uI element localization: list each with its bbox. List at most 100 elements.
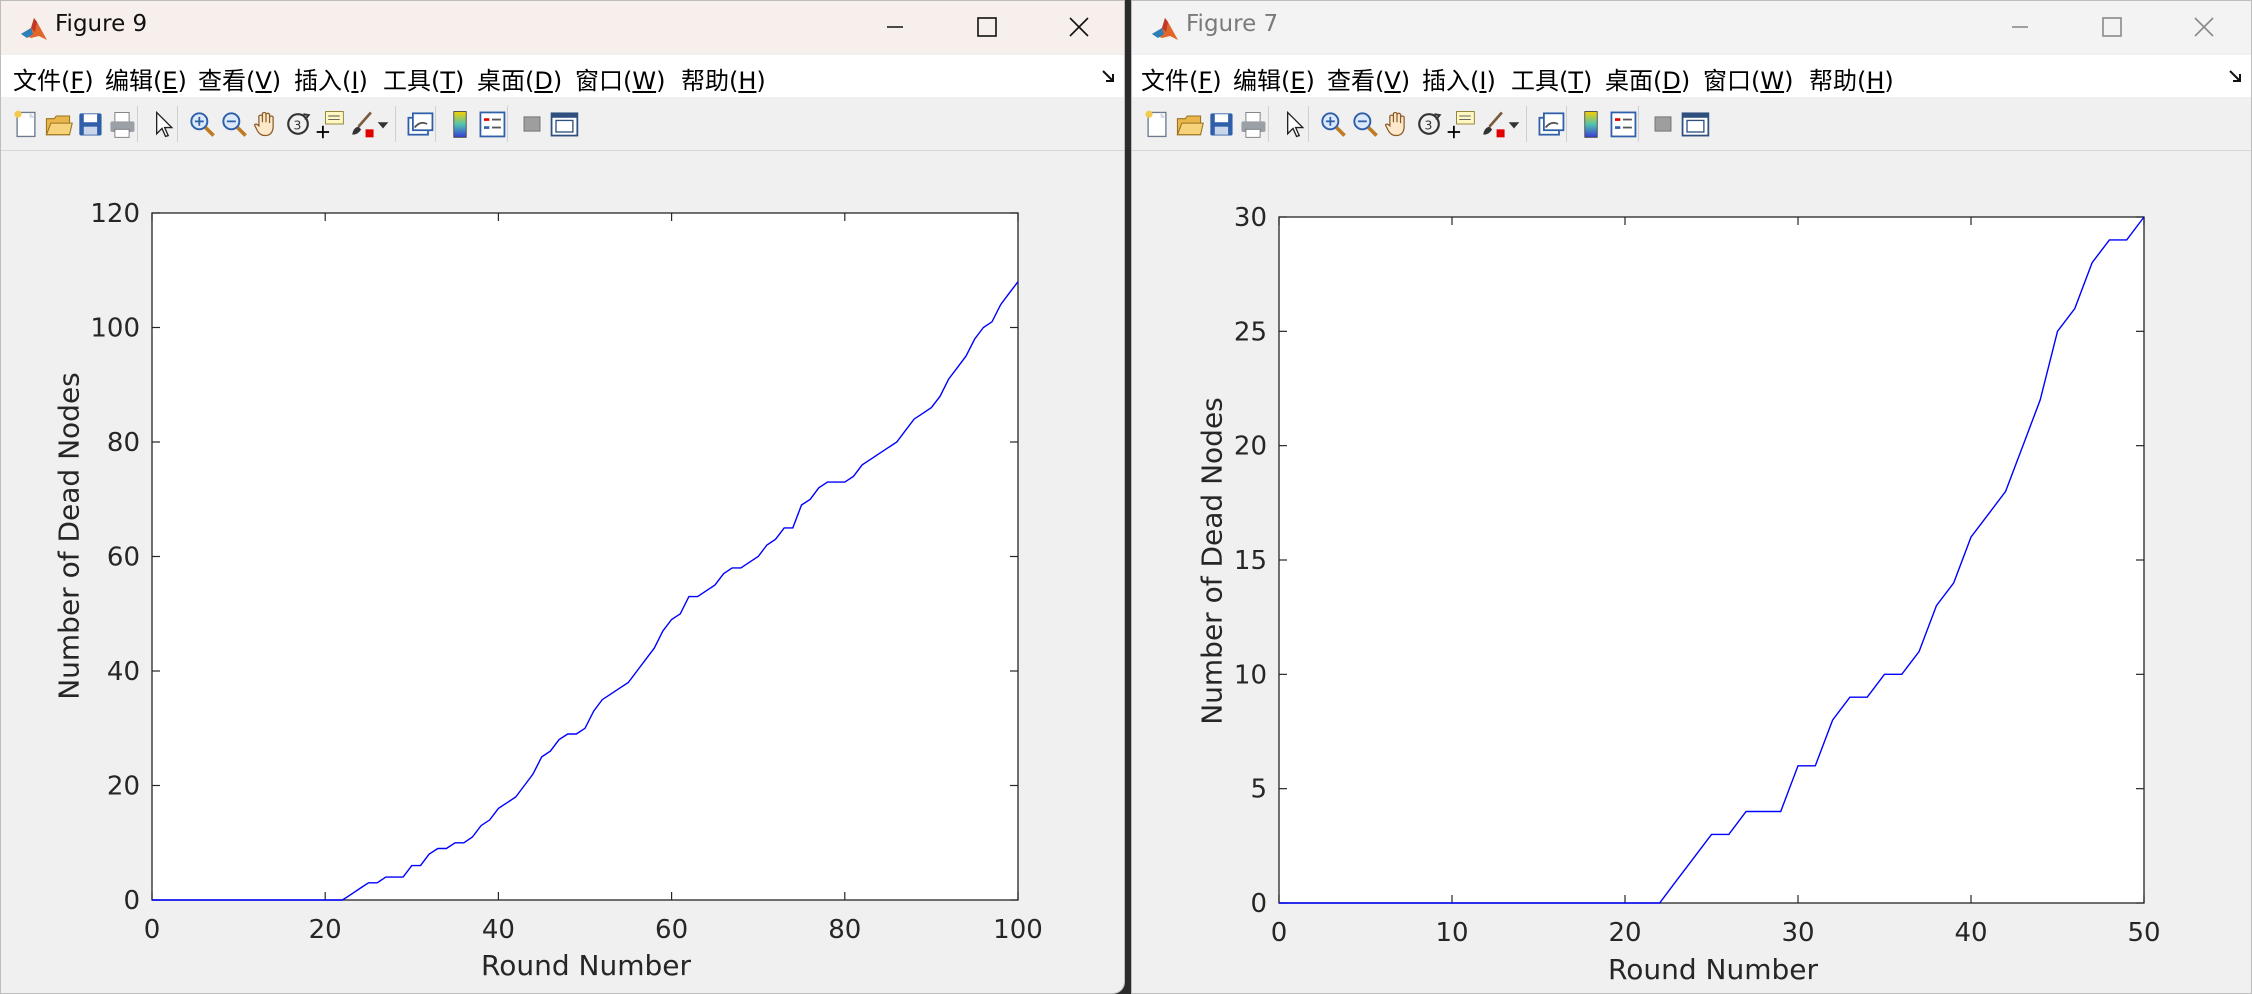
title-bar[interactable]: Figure 9: [1, 1, 1124, 53]
maximize-icon: [2102, 17, 2122, 37]
dock-arrow-icon[interactable]: [1100, 67, 1118, 85]
pan-hand-icon: [1384, 111, 1405, 137]
menu-item[interactable]: 桌面(D): [477, 61, 562, 96]
y-tick-label: 120: [90, 199, 140, 229]
y-tick-label: 25: [1234, 317, 1267, 347]
y-tick-label: 20: [1234, 432, 1267, 462]
plot-area[interactable]: 0 20 40 60 80 100 0 20 40 60 80 100 120: [1, 151, 1125, 994]
window-title: Figure 9: [55, 11, 148, 37]
y-tick-label: 80: [107, 428, 140, 458]
x-tick-label: 20: [309, 915, 342, 945]
link-plot-icon: [1538, 112, 1565, 136]
menu-item[interactable]: 编辑(E): [105, 61, 187, 96]
close-icon: [2194, 17, 2214, 37]
menu-item-label: ): [1486, 67, 1496, 95]
minimize-button[interactable]: [1974, 1, 2066, 53]
menu-item-mnemonic: V: [255, 67, 272, 95]
close-button[interactable]: [1033, 1, 1124, 53]
data-cursor-icon: [316, 111, 344, 139]
menu-item[interactable]: 查看(V): [198, 61, 281, 96]
close-icon: [1069, 17, 1089, 37]
x-tick-label: 10: [1435, 918, 1468, 948]
menu-item-mnemonic: D: [534, 67, 553, 95]
x-axis-title: Round Number: [1608, 953, 1818, 986]
menu-item[interactable]: 帮助(H): [1809, 61, 1894, 96]
menu-item-mnemonic: F: [1198, 67, 1213, 95]
menu-item-label: ): [1680, 67, 1691, 95]
minimize-button[interactable]: [849, 1, 941, 53]
toolbar-separator: [395, 106, 396, 142]
zoom-out-icon: [1353, 112, 1378, 137]
menu-item-mnemonic: W: [632, 67, 657, 95]
menu-item[interactable]: 文件(F): [1141, 61, 1222, 96]
print-icon: [110, 112, 135, 138]
menu-item[interactable]: 帮助(H): [681, 61, 766, 96]
toolbar-separator: [1526, 106, 1527, 142]
y-axis-title: Number of Dead Nodes: [1195, 397, 1229, 725]
matlab-logo-icon: [1152, 18, 1178, 40]
menu-item[interactable]: 查看(V): [1327, 61, 1410, 96]
menu-item-label: 桌面(: [1605, 67, 1663, 95]
link-plot-icon: [407, 112, 434, 136]
hide-plot-tools-icon: [523, 116, 541, 132]
show-plot-tools-icon: [1681, 112, 1710, 137]
close-button[interactable]: [2158, 1, 2250, 53]
menu-item[interactable]: 窗口(W): [575, 61, 665, 96]
x-tick-label: 40: [1954, 918, 1987, 948]
minimize-icon: [2012, 26, 2028, 28]
plot-area[interactable]: 0 10 20 30 40 50 0 5 10 15 20 25 30: [1132, 151, 2252, 994]
menu-item-label: ): [756, 67, 766, 95]
menu-item-label: 工具(: [1511, 67, 1569, 95]
menu-item[interactable]: 插入(I): [1422, 61, 1496, 96]
legend-button[interactable]: [473, 105, 511, 143]
x-tick-label: 100: [993, 915, 1043, 945]
link-plot-button[interactable]: [1532, 105, 1570, 143]
menu-bar: 文件(F) 编辑(E) 查看(V) 插入(I) 工具(T) 桌面(D) 窗口(W) 帮助(H): [1, 55, 1124, 97]
menu-item-mnemonic: T: [440, 67, 456, 95]
show-plot-tools-button[interactable]: [1676, 105, 1714, 143]
print-button[interactable]: [103, 105, 141, 143]
menu-item-label: 编辑(: [1233, 67, 1291, 95]
show-plot-tools-icon: [550, 112, 579, 137]
y-tick-label: 0: [1250, 889, 1267, 919]
pan-hand-icon: [253, 111, 274, 137]
new-figure-icon: [14, 110, 36, 138]
menu-item[interactable]: 工具(T): [383, 61, 464, 96]
pointer-button[interactable]: [143, 105, 181, 143]
menu-item-label: ): [1212, 67, 1222, 95]
menu-item-mnemonic: W: [1760, 67, 1785, 95]
menu-item[interactable]: 编辑(E): [1233, 61, 1315, 96]
maximize-button[interactable]: [2066, 1, 2158, 53]
brush-dropdown-button[interactable]: [1506, 105, 1522, 143]
toolbar-separator: [1638, 106, 1639, 142]
brush-dropdown-button[interactable]: [375, 105, 391, 143]
menu-item-label: ): [271, 67, 282, 95]
y-axis-title: Number of Dead Nodes: [52, 372, 86, 700]
maximize-button[interactable]: [941, 1, 1033, 53]
maximize-icon: [977, 17, 997, 37]
toolbar-separator: [1566, 106, 1567, 142]
print-button[interactable]: [1234, 105, 1272, 143]
dock-arrow-icon[interactable]: [2227, 67, 2245, 85]
save-icon: [79, 113, 102, 136]
zoom-out-icon: [222, 112, 247, 137]
toolbar-separator: [177, 106, 178, 142]
pointer-button[interactable]: [1274, 105, 1312, 143]
menu-item-label: 插入(: [1422, 67, 1480, 95]
menu-item[interactable]: 桌面(D): [1605, 61, 1690, 96]
y-tick-label: 5: [1250, 775, 1267, 805]
title-bar[interactable]: Figure 7: [1132, 1, 2251, 53]
menu-item[interactable]: 文件(F): [13, 61, 94, 96]
link-plot-button[interactable]: [401, 105, 439, 143]
pointer-icon: [156, 110, 174, 138]
menu-item-label: ): [1884, 67, 1894, 95]
menu-item[interactable]: 窗口(W): [1703, 61, 1793, 96]
menu-item-label: ): [84, 67, 94, 95]
svg-text:3: 3: [1425, 117, 1433, 132]
figure-toolbar: 3: [1, 98, 1124, 151]
menu-item-label: 查看(: [1327, 67, 1385, 95]
show-plot-tools-button[interactable]: [545, 105, 583, 143]
menu-item[interactable]: 工具(T): [1511, 61, 1592, 96]
menu-item[interactable]: 插入(I): [294, 61, 368, 96]
legend-button[interactable]: [1604, 105, 1642, 143]
